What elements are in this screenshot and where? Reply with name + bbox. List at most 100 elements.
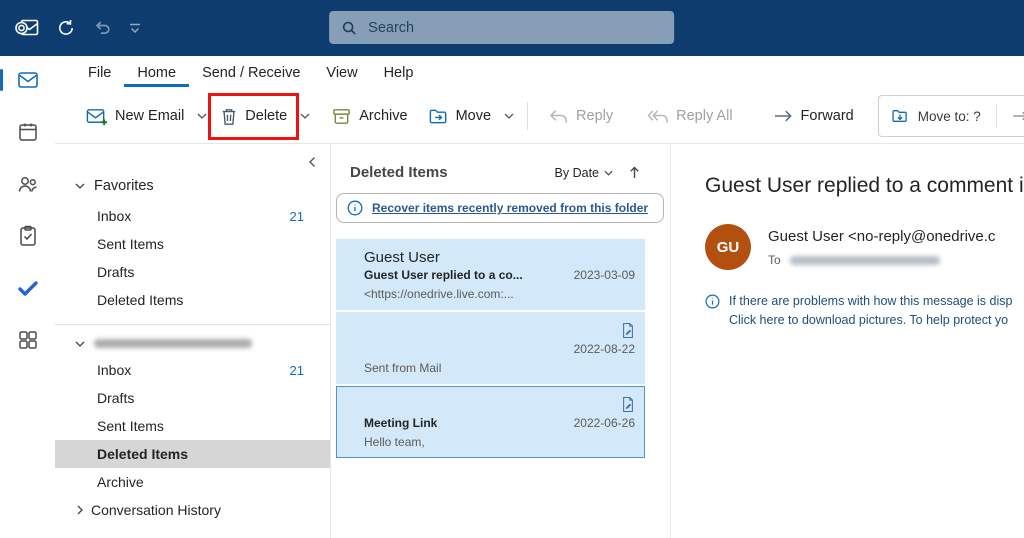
search-box[interactable] [329,11,675,44]
outlook-app-icon[interactable] [14,15,40,41]
move-dropdown-chevron[interactable] [501,109,517,123]
mail-preview: Sent from Mail [364,361,442,375]
infobar-line-2[interactable]: Click here to download pictures. To help… [729,311,1012,330]
folder-pane-divider [55,324,330,325]
document-edit-icon [621,396,635,413]
archive-icon [331,106,352,127]
delete-dropdown-chevron[interactable] [297,109,313,123]
move-to-icon [891,107,909,125]
favorites-section-header[interactable]: Favorites [55,174,330,202]
unread-count: 21 [289,208,304,224]
folder-pane: Favorites Inbox 21 Sent Items Drafts Del… [55,144,331,538]
move-button[interactable]: Move [418,97,501,136]
message-sender: Guest User <no-reply@onedrive.c [768,228,996,245]
chevron-right-icon [77,505,83,515]
forward-button[interactable]: Forward [763,99,864,133]
folder-item-conversation-history[interactable]: Conversation History [55,496,330,524]
titlebar-icons [0,15,142,41]
mail-item-guest-user[interactable]: Guest User Guest User replied to a co...… [336,239,645,310]
tab-view[interactable]: View [313,59,370,87]
folder-item-favorites-deleted-items[interactable]: Deleted Items [55,286,330,314]
delete-icon [220,106,238,127]
mail-preview: <https://onedrive.live.com:... [364,287,514,301]
folder-name: Conversation History [91,502,221,518]
new-email-icon [85,105,108,128]
message-list-pane: Deleted Items By Date Recover items rece… [331,144,671,538]
new-email-button[interactable]: New Email [75,96,194,137]
mail-date: 2022-08-22 [573,342,635,356]
mail-subject: Guest User replied to a co... [364,268,523,282]
new-email-dropdown-chevron[interactable] [194,109,210,123]
message-list: Guest User Guest User replied to a co...… [331,239,670,460]
message-list-title: Deleted Items [350,164,448,181]
customize-toolbar-icon[interactable] [128,22,142,35]
mail-item-meeting-link[interactable]: Meeting Link 2022-06-26 Hello team, [336,386,645,458]
search-input[interactable] [366,18,663,37]
account-section-header[interactable] [55,335,330,356]
quick-steps-gallery: Move to: ? To [877,95,1024,137]
folder-item-favorites-inbox[interactable]: Inbox 21 [55,202,330,230]
archive-button[interactable]: Archive [321,97,417,136]
folder-item-sent-items[interactable]: Sent Items [55,412,330,440]
people-icon[interactable] [16,172,40,196]
tab-home[interactable]: Home [124,59,189,87]
send-receive-icon[interactable] [56,18,76,38]
blurred-recipient [789,255,940,265]
reading-pane: Guest User replied to a comment i GU Gue… [671,144,1024,538]
tasks-icon[interactable] [16,224,40,248]
app-rail [0,56,55,538]
mail-date: 2022-06-26 [573,416,635,430]
titlebar [0,0,1024,56]
folder-item-favorites-sent-items[interactable]: Sent Items [55,230,330,258]
to-label: To [768,253,781,267]
folder-name: Deleted Items [97,292,184,308]
folder-name: Archive [97,474,144,490]
recover-items-banner[interactable]: Recover items recently removed from this… [336,193,664,223]
info-icon [705,294,720,309]
ribbon-tabs: File Home Send / Receive View Help [55,56,1024,89]
sort-by-dropdown[interactable]: By Date [555,166,613,180]
quick-step-move-to[interactable]: Move to: ? [918,109,981,124]
reply-all-button[interactable]: Reply All [637,99,742,134]
folder-name: Sent Items [97,418,164,434]
sort-ascending-icon[interactable] [629,166,640,179]
collapse-folder-pane-icon[interactable] [308,156,316,168]
tab-help[interactable]: Help [371,59,427,87]
reply-button[interactable]: Reply [538,99,623,134]
tab-file[interactable]: File [75,59,124,87]
sort-by-label: By Date [554,165,599,180]
forward-icon [773,109,794,123]
folder-name: Sent Items [97,236,164,252]
mail-icon[interactable] [0,68,40,92]
mail-item-sent-from-mail[interactable]: 2022-08-22 Sent from Mail [336,312,645,384]
move-icon [428,106,449,127]
reply-all-icon [647,108,669,125]
sender-avatar[interactable]: GU [705,224,751,270]
recover-items-link[interactable]: Recover items recently removed from this… [372,201,648,215]
tab-send-receive[interactable]: Send / Receive [189,59,313,87]
undo-icon[interactable] [92,18,112,38]
folder-item-inbox[interactable]: Inbox 21 [55,356,330,384]
unread-count: 21 [289,362,304,378]
folder-name: Inbox [97,208,132,224]
message-subject: Guest User replied to a comment i [705,174,1024,197]
folder-name: Drafts [97,264,135,280]
todo-icon[interactable] [16,276,40,300]
move-label: Move [455,108,492,124]
folder-item-archive[interactable]: Archive [55,468,330,496]
folder-name: Inbox [97,362,132,378]
delete-button[interactable]: Delete [210,97,297,136]
folder-name: Deleted Items [97,446,189,462]
folder-item-favorites-drafts[interactable]: Drafts [55,258,330,286]
mail-sender: Guest User [364,248,440,266]
apps-grid-icon[interactable] [16,328,40,352]
folder-name: Drafts [97,390,135,406]
chevron-down-icon [75,341,85,347]
document-edit-icon [621,322,635,339]
folder-item-deleted-items[interactable]: Deleted Items [55,440,330,468]
folder-item-drafts[interactable]: Drafts [55,384,330,412]
delete-label: Delete [245,108,288,124]
mail-subject: Meeting Link [364,416,438,430]
calendar-icon[interactable] [16,120,40,144]
message-infobar: If there are problems with how this mess… [705,292,1024,331]
